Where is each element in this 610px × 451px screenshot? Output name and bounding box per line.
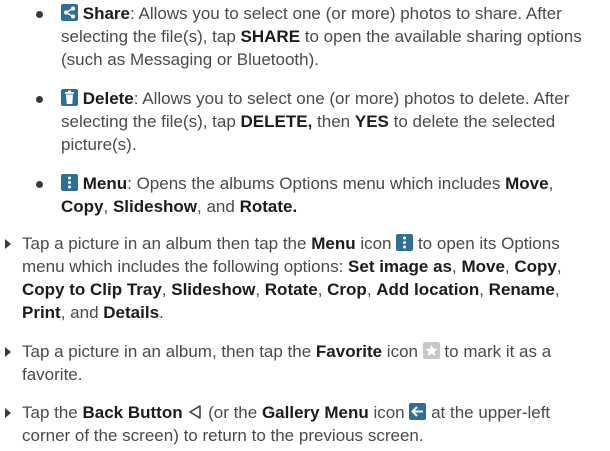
bullet-triangle (5, 239, 11, 249)
menu-label: Menu (82, 174, 128, 193)
yes-keyword: YES (354, 112, 389, 131)
share-icon (61, 4, 78, 21)
bullet-dot (36, 11, 43, 18)
text: . (159, 303, 164, 322)
delete-keyword: DELETE, (240, 112, 313, 131)
gallery-back-arrow-icon (409, 403, 427, 420)
tap-menu-item: Tap a picture in an album then tap the M… (0, 232, 610, 324)
option: Slideshow (171, 280, 256, 299)
favorite-star-icon (422, 342, 440, 359)
menu-text-a: : Opens the albums Options menu which in… (127, 174, 506, 193)
bullet-triangle (5, 347, 11, 357)
separator: , (554, 280, 560, 299)
menu-item: Menu: Opens the albums Options menu whic… (0, 172, 610, 218)
menu-icon (396, 234, 414, 251)
text: (or the (203, 403, 262, 422)
share-item: Share: Allows you to select one (or more… (0, 2, 610, 71)
gallery-menu-word: Gallery Menu (261, 403, 369, 422)
separator: , (548, 174, 554, 193)
option: Crop (327, 280, 367, 299)
menu-opt-rotate: Rotate. (239, 197, 298, 216)
option: Copy to Clip Tray (22, 280, 162, 299)
separator: , (317, 280, 328, 299)
option: Move (461, 257, 505, 276)
back-triangle-icon (187, 403, 203, 419)
text: Tap a picture in an album then tap the (22, 234, 312, 253)
option: Rotate (264, 280, 318, 299)
trash-icon (61, 89, 78, 106)
favorite-word: Favorite (315, 342, 383, 361)
option: Rename (488, 280, 555, 299)
separator: , (479, 280, 489, 299)
back-button-word: Back Button (82, 403, 183, 422)
separator: , and (197, 197, 240, 216)
text: icon (382, 342, 423, 361)
menu-icon (61, 174, 78, 191)
separator: , (161, 280, 172, 299)
text: icon (355, 234, 397, 253)
text: Tap the (22, 403, 83, 422)
bullet-dot (36, 181, 43, 188)
option: Print (22, 303, 61, 322)
text: icon (368, 403, 410, 422)
delete-text-b: then (312, 112, 355, 131)
text: Tap a picture in an album, then tap the (22, 342, 316, 361)
delete-item: Delete: Allows you to select one (or mor… (0, 87, 610, 156)
share-label: Share (82, 4, 130, 23)
bullet-triangle (5, 408, 11, 418)
bullet-dot (36, 96, 43, 103)
option: Set image as (348, 257, 452, 276)
separator: , (556, 257, 562, 276)
delete-label: Delete (82, 89, 134, 108)
separator: , (255, 280, 265, 299)
tap-back-item: Tap the Back Button (or the Gallery Menu… (0, 401, 610, 447)
menu-opt-slideshow: Slideshow (112, 197, 198, 216)
option: Details (103, 303, 160, 322)
separator: , and (60, 303, 104, 322)
share-keyword: SHARE (240, 27, 301, 46)
menu-opt-copy: Copy (61, 197, 104, 216)
menu-word: Menu (311, 234, 356, 253)
separator: , (504, 257, 515, 276)
option: Add location (376, 280, 480, 299)
menu-opt-move: Move (505, 174, 549, 193)
separator: , (366, 280, 377, 299)
option: Copy (514, 257, 557, 276)
separator: , (103, 197, 113, 216)
tap-favorite-item: Tap a picture in an album, then tap the … (0, 340, 610, 386)
